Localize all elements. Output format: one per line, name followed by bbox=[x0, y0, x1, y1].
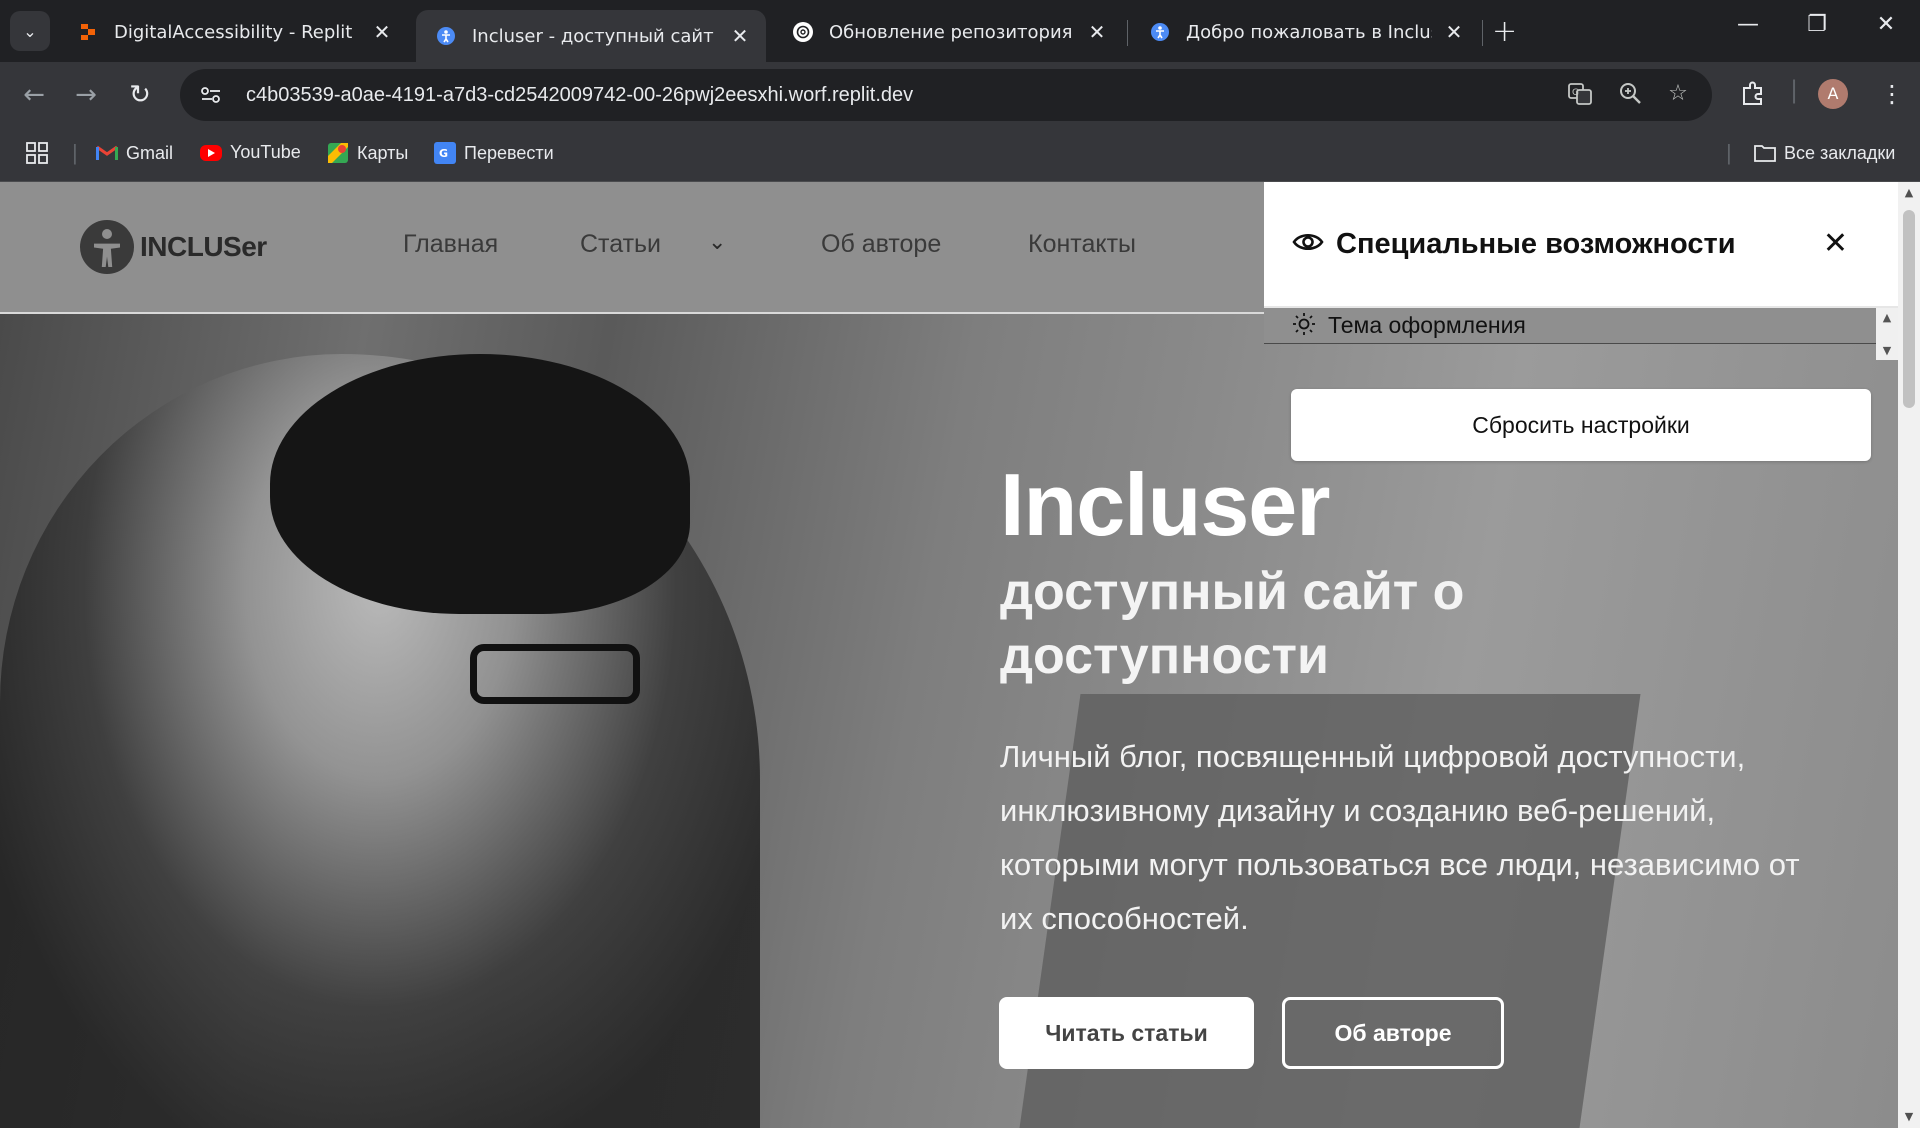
toolbar-divider: | bbox=[1790, 76, 1799, 104]
accessibility-panel-header: Специальные возможности ✕ bbox=[1264, 182, 1898, 308]
maps-icon bbox=[327, 142, 349, 164]
extensions-icon[interactable] bbox=[1740, 80, 1766, 112]
translate-icon: G bbox=[434, 142, 456, 164]
hero-description: Личный блог, посвященный цифровой доступ… bbox=[1000, 739, 1800, 936]
tab-replit[interactable]: DigitalAccessibility - Replit ✕ bbox=[58, 10, 408, 54]
bookmark-maps[interactable]: Карты bbox=[327, 142, 408, 164]
close-icon[interactable]: ✕ bbox=[370, 20, 394, 44]
scrollbar-thumb[interactable] bbox=[1903, 210, 1915, 408]
chevron-down-icon[interactable]: ⌄ bbox=[708, 230, 726, 255]
tab-title: DigitalAccessibility - Replit bbox=[114, 21, 353, 43]
close-window-icon[interactable]: ✕ bbox=[1866, 12, 1906, 37]
tab-chatgpt[interactable]: Обновление репозитория на Gi ✕ bbox=[773, 10, 1123, 54]
close-icon[interactable]: ✕ bbox=[1442, 20, 1466, 44]
scroll-up-icon[interactable]: ▲ bbox=[1898, 186, 1920, 199]
accessibility-icon bbox=[436, 26, 456, 46]
close-icon[interactable]: ✕ bbox=[728, 24, 752, 48]
read-articles-button[interactable]: Читать статьи bbox=[999, 997, 1254, 1069]
bookmark-label: Карты bbox=[357, 142, 409, 163]
hair-shape bbox=[270, 354, 690, 614]
tab-search-button[interactable]: ⌄ bbox=[10, 11, 50, 51]
logo-text: INCLUSer bbox=[140, 231, 267, 262]
all-bookmarks[interactable]: Все закладки bbox=[1754, 142, 1895, 164]
nav-about[interactable]: Об авторе bbox=[821, 230, 941, 259]
theme-section[interactable]: Тема оформления bbox=[1264, 308, 1898, 344]
bookmark-label: Перевести bbox=[464, 142, 554, 163]
tab-separator bbox=[1127, 20, 1128, 46]
svg-text:G: G bbox=[439, 147, 448, 160]
translate-page-icon[interactable]: G bbox=[1566, 81, 1594, 109]
theme-label: Тема оформления bbox=[1328, 312, 1526, 338]
close-icon[interactable]: ✕ bbox=[1085, 20, 1109, 44]
url-text: c4b03539-a0ae-4191-a7d3-cd2542009742-00-… bbox=[246, 83, 914, 106]
eye-icon bbox=[1292, 231, 1324, 257]
nav-contacts[interactable]: Контакты bbox=[1028, 230, 1136, 259]
minimize-icon[interactable]: — bbox=[1728, 12, 1768, 37]
svg-text:G: G bbox=[1572, 88, 1579, 98]
apps-icon[interactable] bbox=[26, 142, 48, 164]
bookmark-label: Все закладки bbox=[1784, 142, 1896, 163]
avatar[interactable]: A bbox=[1818, 79, 1848, 109]
tab-title: Обновление репозитория на Gi bbox=[829, 21, 1075, 43]
glasses-shape bbox=[470, 644, 640, 704]
accessibility-logo-icon bbox=[80, 220, 134, 274]
new-tab-button[interactable]: + bbox=[1492, 14, 1517, 49]
restore-icon[interactable]: ❐ bbox=[1797, 12, 1837, 37]
site-logo[interactable]: INCLUSer bbox=[80, 220, 267, 274]
star-icon[interactable]: ☆ bbox=[1664, 81, 1692, 109]
nav-articles[interactable]: Статьи bbox=[580, 230, 661, 259]
accessibility-panel: Специальные возможности ✕ Тема оформлени… bbox=[1264, 182, 1898, 362]
tab-strip: ⌄ DigitalAccessibility - Replit ✕ Inclus… bbox=[0, 0, 1920, 62]
sun-icon bbox=[1292, 312, 1316, 340]
close-icon[interactable]: ✕ bbox=[1823, 226, 1848, 261]
hero-subtitle: доступный сайт о доступности bbox=[1000, 563, 1465, 685]
accessibility-panel-title: Специальные возможности bbox=[1336, 227, 1736, 260]
page-scrollbar[interactable]: ▲ ▼ bbox=[1898, 182, 1920, 1128]
gmail-icon bbox=[96, 142, 118, 164]
menu-icon[interactable]: ⋮ bbox=[1880, 80, 1904, 108]
folder-icon bbox=[1754, 142, 1776, 164]
tab-separator bbox=[1482, 20, 1483, 46]
browser-toolbar: ← → ↻ c4b03539-a0ae-4191-a7d3-cd25420097… bbox=[0, 62, 1920, 128]
reset-settings-button[interactable]: Сбросить настройки bbox=[1291, 389, 1871, 461]
openai-icon bbox=[793, 22, 813, 42]
zoom-icon[interactable] bbox=[1616, 81, 1644, 109]
tab-welcome[interactable]: Добро пожаловать в Incluser! ✕ bbox=[1130, 10, 1480, 54]
bookmark-divider: | bbox=[72, 140, 78, 165]
bookmark-label: Gmail bbox=[126, 142, 174, 163]
web-page: INCLUSer Главная Статьи ⌄ Об авторе Конт… bbox=[0, 182, 1898, 1128]
bookmark-youtube[interactable]: YouTube bbox=[200, 142, 301, 163]
bookmark-gmail[interactable]: Gmail bbox=[96, 142, 173, 164]
bookmark-label: YouTube bbox=[230, 142, 301, 162]
forward-icon[interactable]: → bbox=[70, 80, 102, 110]
nav-home[interactable]: Главная bbox=[403, 230, 498, 259]
browser-chrome: ⌄ DigitalAccessibility - Replit ✕ Inclus… bbox=[0, 0, 1920, 182]
hero-title: Incluser bbox=[1000, 455, 1330, 554]
tab-title: Incluser - доступный сайт о до bbox=[472, 25, 718, 47]
site-info-icon[interactable] bbox=[188, 75, 234, 115]
tab-title: Добро пожаловать в Incluser! bbox=[1186, 21, 1432, 43]
bookmarks-bar: | Gmail YouTube Карты G Перевести | Все … bbox=[0, 128, 1920, 182]
bookmark-translate[interactable]: G Перевести bbox=[434, 142, 554, 164]
youtube-icon bbox=[200, 144, 222, 161]
accessibility-icon bbox=[1150, 22, 1170, 42]
back-icon[interactable]: ← bbox=[18, 80, 50, 110]
tab-incluser[interactable]: Incluser - доступный сайт о до ✕ bbox=[416, 10, 766, 62]
address-bar[interactable]: c4b03539-a0ae-4191-a7d3-cd2542009742-00-… bbox=[180, 69, 1712, 121]
reload-icon[interactable]: ↻ bbox=[124, 80, 156, 110]
replit-icon bbox=[78, 22, 98, 42]
scroll-down-icon[interactable]: ▼ bbox=[1883, 344, 1891, 357]
about-author-button[interactable]: Об авторе bbox=[1282, 997, 1504, 1069]
chevron-down-icon: ⌄ bbox=[23, 21, 37, 41]
scroll-up-icon[interactable]: ▲ bbox=[1883, 311, 1891, 324]
panel-scrollbar[interactable]: ▲ ▼ bbox=[1876, 308, 1898, 360]
scroll-down-icon[interactable]: ▼ bbox=[1898, 1110, 1920, 1123]
bookmark-divider: | bbox=[1726, 140, 1732, 165]
